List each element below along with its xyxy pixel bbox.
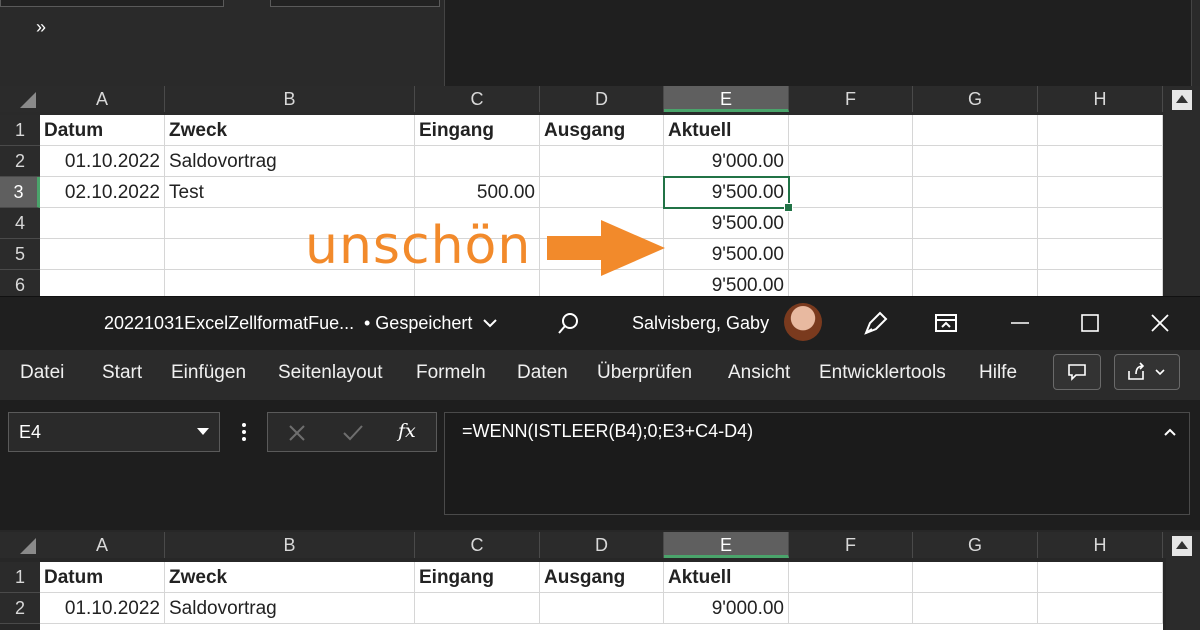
cell-d1[interactable]: Ausgang (540, 562, 664, 593)
cell-g2[interactable] (913, 593, 1038, 624)
column-header-g[interactable]: G (913, 532, 1038, 558)
column-header-h[interactable]: H (1038, 532, 1163, 558)
cell-b1[interactable]: Zweck (165, 562, 415, 593)
column-header-d[interactable]: D (540, 532, 664, 558)
scroll-up-icon[interactable] (1172, 536, 1192, 556)
cell-f1[interactable] (789, 562, 913, 593)
cell-e2[interactable]: 9'000.00 (664, 593, 789, 624)
cell-e1[interactable]: Aktuell (664, 562, 789, 593)
cell-a2[interactable]: 01.10.2022 (40, 593, 165, 624)
column-header-b[interactable]: B (165, 532, 415, 558)
row-header-1[interactable]: 1 (0, 562, 40, 593)
cell-g1[interactable] (913, 562, 1038, 593)
cell-a1[interactable]: Datum (40, 562, 165, 593)
select-all-corner[interactable] (0, 532, 40, 558)
vertical-scrollbar[interactable] (1166, 532, 1200, 630)
cell-d2[interactable] (540, 593, 664, 624)
column-header-a[interactable]: A (40, 532, 165, 558)
column-header-e[interactable]: E (664, 532, 789, 558)
spreadsheet-grid-bottom: A B C D E F G H 1 Datum Zweck Eingang Ausgang Aktuell… (0, 0, 1200, 630)
cell-c1[interactable]: Eingang (415, 562, 540, 593)
column-header-c[interactable]: C (415, 532, 540, 558)
cell-b2[interactable]: Saldovortrag (165, 593, 415, 624)
cell-h2[interactable] (1038, 593, 1163, 624)
column-header-f[interactable]: F (789, 532, 913, 558)
row-header-2[interactable]: 2 (0, 593, 40, 624)
cell-c2[interactable] (415, 593, 540, 624)
cell-h1[interactable] (1038, 562, 1163, 593)
cell-f2[interactable] (789, 593, 913, 624)
